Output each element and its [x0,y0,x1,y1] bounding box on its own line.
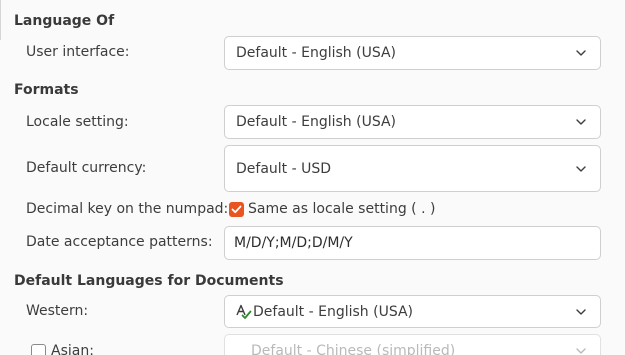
chevron-down-icon [576,308,586,315]
checkmark-icon [231,205,242,214]
asian-language-dropdown[interactable]: Default - Chinese (simplified) [224,334,601,355]
date-patterns-input[interactable] [224,226,601,260]
locale-setting-value: Default - English (USA) [236,114,397,130]
section-title-default-languages: Default Languages for Documents [14,273,284,289]
default-currency-value: Default - USD [236,160,332,177]
section-title-language-of: Language Of [14,13,115,29]
chevron-down-icon [576,50,586,56]
language-settings-page: Language Of User interface: Default - En… [0,0,625,355]
panel-divider [0,0,1,40]
asian-checkbox[interactable] [31,344,46,355]
western-language-dropdown[interactable]: Default - English (USA) [224,295,601,328]
default-currency-label: Default currency: [26,160,147,176]
western-label: Western: [26,303,89,319]
locale-setting-label: Locale setting: [26,114,129,130]
user-interface-value: Default - English (USA) [236,45,397,61]
spellcheck-icon [236,304,252,319]
default-currency-dropdown[interactable]: Default - USD [224,145,601,192]
decimal-key-checkbox[interactable] [229,202,244,217]
locale-setting-dropdown[interactable]: Default - English (USA) [224,105,601,139]
decimal-key-checkbox-label[interactable]: Same as locale setting ( . ) [248,201,435,217]
date-patterns-label: Date acceptance patterns: [26,234,213,250]
decimal-key-label: Decimal key on the numpad: [26,201,229,217]
chevron-down-icon [576,348,586,354]
asian-language-value: Default - Chinese (simplified) [251,343,456,355]
chevron-down-icon [576,119,586,125]
user-interface-dropdown[interactable]: Default - English (USA) [224,36,601,70]
asian-label[interactable]: Asian: [51,343,94,355]
section-title-formats: Formats [14,82,79,98]
chevron-down-icon [576,165,586,172]
western-language-value: Default - English (USA) [253,303,414,320]
user-interface-label: User interface: [26,44,130,60]
